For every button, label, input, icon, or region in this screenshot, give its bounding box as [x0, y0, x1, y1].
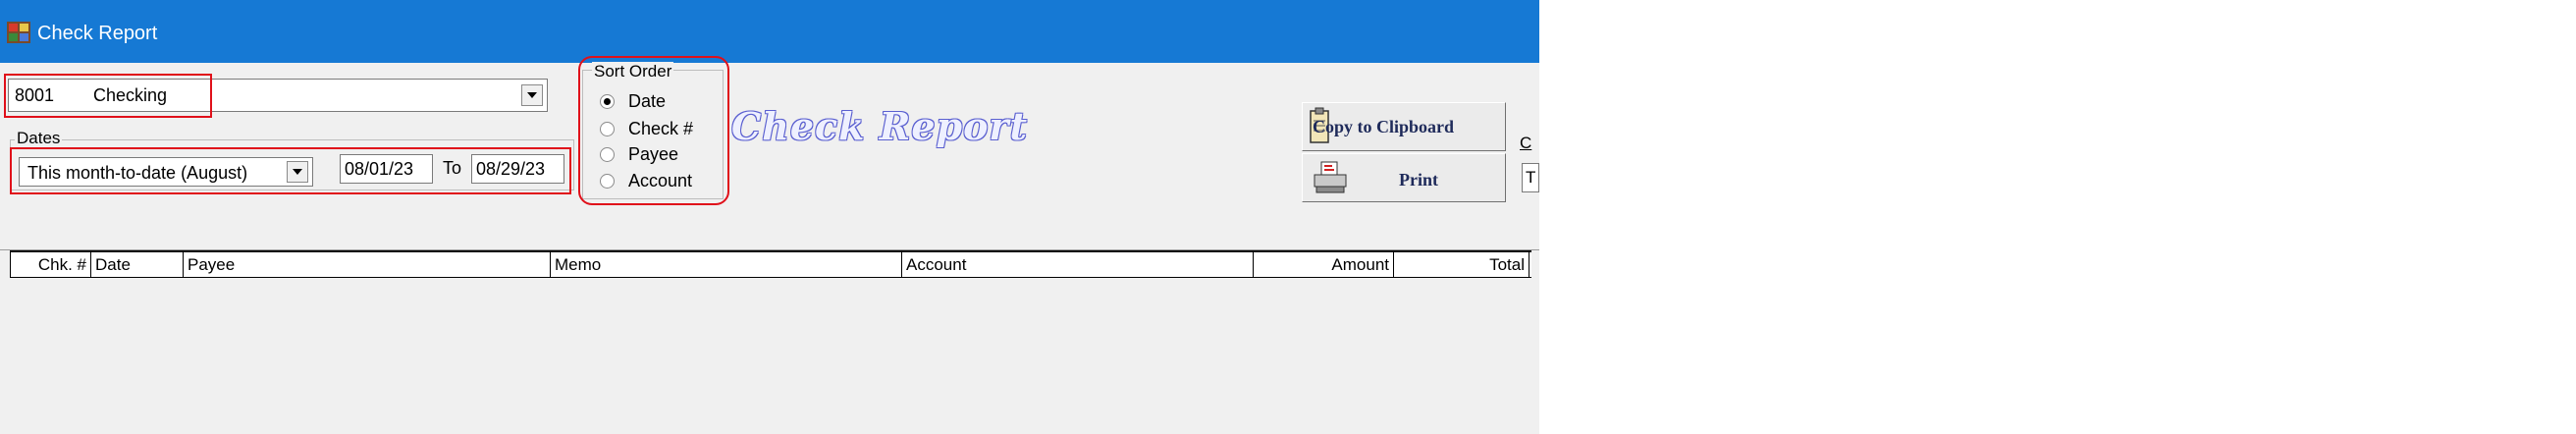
- clipped-label: C: [1520, 134, 1532, 152]
- report-grid-header: Chk. # Date Payee Memo Account Amount To…: [10, 250, 1531, 278]
- column-header-total[interactable]: Total: [1393, 252, 1530, 277]
- column-header-account[interactable]: Account: [901, 252, 1253, 277]
- highlight-sort-order: [578, 56, 729, 205]
- print-button[interactable]: Print: [1302, 153, 1506, 202]
- column-header-memo[interactable]: Memo: [550, 252, 901, 277]
- highlight-dates: [10, 147, 571, 194]
- report-title-logo: Check Report: [731, 104, 1028, 148]
- column-header-amount[interactable]: Amount: [1253, 252, 1393, 277]
- dates-group-label: Dates: [15, 129, 63, 148]
- app-icon: [7, 22, 30, 43]
- print-button-label: Print: [1399, 170, 1438, 190]
- window-title: Check Report: [37, 23, 158, 44]
- printer-icon: [1314, 161, 1347, 193]
- chevron-down-icon: [527, 92, 537, 98]
- copy-to-clipboard-button[interactable]: Copy to Clipboard: [1302, 102, 1506, 151]
- check-report-window: Check Report 8001 Checking Dates This mo…: [0, 0, 1539, 434]
- account-dropdown-button[interactable]: [521, 84, 543, 106]
- highlight-account: [4, 74, 212, 118]
- column-header-check-number[interactable]: Chk. #: [10, 252, 90, 277]
- clipped-field-text: T: [1526, 168, 1536, 187]
- copy-button-label: Copy to Clipboard: [1313, 117, 1455, 136]
- column-header-payee[interactable]: Payee: [183, 252, 550, 277]
- column-header-date[interactable]: Date: [90, 252, 183, 277]
- title-bar: Check Report: [0, 0, 1539, 63]
- clipped-field[interactable]: T: [1522, 163, 1539, 192]
